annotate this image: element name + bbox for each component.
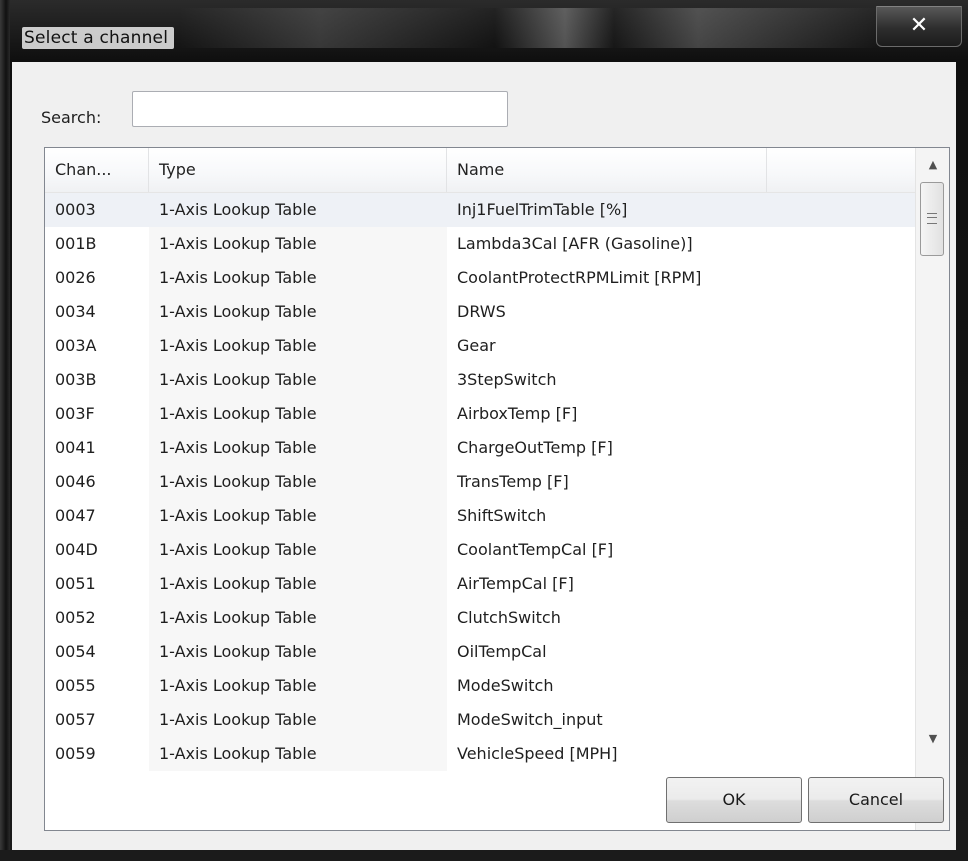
- cell-name: AirboxTemp [F]: [457, 404, 578, 423]
- cell-name: CoolantTempCal [F]: [457, 540, 614, 559]
- table-row[interactable]: 003A 1-Axis Lookup Table Gear: [45, 329, 915, 363]
- cell-type: 1-Axis Lookup Table: [149, 669, 447, 703]
- column-header-name[interactable]: Name: [447, 148, 767, 192]
- cell-channel: 0034: [55, 302, 96, 321]
- cell-type: 1-Axis Lookup Table: [149, 397, 447, 431]
- dialog-client-area: Search: Chan... Type Name 0003 1-Axis Loo…: [12, 62, 956, 850]
- titlebar-background: [180, 8, 880, 48]
- cell-type: 1-Axis Lookup Table: [149, 567, 447, 601]
- cell-name: Inj1FuelTrimTable [%]: [447, 193, 915, 227]
- cell-name: ClutchSwitch: [457, 608, 561, 627]
- grip-icon: [927, 213, 937, 224]
- table-row[interactable]: 0026 1-Axis Lookup Table CoolantProtectRPM…: [45, 261, 915, 295]
- window-title: Select a channel: [22, 27, 175, 49]
- scrollbar-thumb[interactable]: [920, 182, 944, 256]
- cell-name: CoolantProtectRPMLimit [RPM]: [457, 268, 702, 287]
- cell-channel: 003B: [55, 370, 97, 389]
- cell-type: 1-Axis Lookup Table: [149, 227, 447, 261]
- cell-channel: 0052: [55, 608, 96, 627]
- cell-name: DRWS: [457, 302, 506, 321]
- cell-type: 1-Axis Lookup Table: [149, 261, 447, 295]
- window-frame-bottom: [0, 850, 968, 861]
- cell-type: 1-Axis Lookup Table: [149, 499, 447, 533]
- cell-channel: 0051: [55, 574, 96, 593]
- cell-name: ModeSwitch: [457, 676, 554, 695]
- cell-channel: 003F: [55, 404, 95, 423]
- cell-type: 1-Axis Lookup Table: [149, 601, 447, 635]
- scroll-up-icon[interactable]: ▲: [916, 148, 949, 182]
- table-row[interactable]: 0047 1-Axis Lookup Table ShiftSwitch: [45, 499, 915, 533]
- vertical-scrollbar[interactable]: ▲ ▼: [915, 148, 949, 830]
- cell-channel: 0054: [55, 642, 96, 661]
- cell-type: 1-Axis Lookup Table: [149, 329, 447, 363]
- cell-name: TransTemp [F]: [457, 472, 569, 491]
- table-row[interactable]: 0057 1-Axis Lookup Table ModeSwitch_input: [45, 703, 915, 737]
- cell-name: OilTempCal: [457, 642, 547, 661]
- search-label: Search:: [41, 108, 102, 127]
- window-frame-left: [0, 0, 10, 861]
- cell-name: Lambda3Cal [AFR (Gasoline)]: [457, 234, 693, 253]
- search-input[interactable]: [132, 91, 508, 127]
- table-row[interactable]: 003F 1-Axis Lookup Table AirboxTemp [F]: [45, 397, 915, 431]
- table-row[interactable]: 001B 1-Axis Lookup Table Lambda3Cal [AFR (…: [45, 227, 915, 261]
- ok-button[interactable]: OK: [666, 777, 802, 823]
- cell-name: 3StepSwitch: [457, 370, 557, 389]
- cell-name: Gear: [457, 336, 496, 355]
- cell-type: 1-Axis Lookup Table: [149, 465, 447, 499]
- cell-name: ChargeOutTemp [F]: [457, 438, 613, 457]
- cell-type: 1-Axis Lookup Table: [149, 295, 447, 329]
- table-row[interactable]: 0059 1-Axis Lookup Table VehicleSpeed [MPH…: [45, 737, 915, 771]
- cell-type: 1-Axis Lookup Table: [149, 193, 447, 227]
- table-row[interactable]: 0041 1-Axis Lookup Table ChargeOutTemp [F]: [45, 431, 915, 465]
- column-header-channel[interactable]: Chan...: [45, 148, 149, 192]
- cell-name: VehicleSpeed [MPH]: [457, 744, 618, 763]
- cell-type: 1-Axis Lookup Table: [149, 431, 447, 465]
- cell-channel: 003A: [55, 336, 97, 355]
- table-row[interactable]: 0054 1-Axis Lookup Table OilTempCal: [45, 635, 915, 669]
- table-row[interactable]: 003B 1-Axis Lookup Table 3StepSwitch: [45, 363, 915, 397]
- cell-name: AirTempCal [F]: [457, 574, 574, 593]
- close-button[interactable]: ✕: [876, 6, 962, 47]
- cell-channel: 0047: [55, 506, 96, 525]
- column-header-type[interactable]: Type: [149, 148, 447, 192]
- dialog-window: Select a channel ✕ Search: Chan... Type …: [0, 0, 968, 861]
- table-row[interactable]: 0055 1-Axis Lookup Table ModeSwitch: [45, 669, 915, 703]
- cell-type: 1-Axis Lookup Table: [149, 363, 447, 397]
- table-row[interactable]: 0003 1-Axis Lookup Table Inj1FuelTrimTable…: [45, 193, 915, 227]
- cell-channel: 0041: [55, 438, 96, 457]
- list-header: Chan... Type Name: [45, 148, 915, 193]
- channel-list[interactable]: Chan... Type Name 0003 1-Axis Lookup Tabl…: [44, 147, 950, 831]
- list-rows: 0003 1-Axis Lookup Table Inj1FuelTrimTable…: [45, 193, 915, 830]
- cancel-button[interactable]: Cancel: [808, 777, 944, 823]
- cell-channel: 001B: [55, 234, 97, 253]
- cell-type: 1-Axis Lookup Table: [149, 703, 447, 737]
- cell-channel: 004D: [55, 540, 98, 559]
- cell-name: ModeSwitch_input: [457, 710, 603, 729]
- table-row[interactable]: 0046 1-Axis Lookup Table TransTemp [F]: [45, 465, 915, 499]
- cell-channel: 0057: [55, 710, 96, 729]
- scroll-down-icon[interactable]: ▼: [916, 722, 949, 756]
- cell-channel: 0003: [45, 193, 149, 227]
- table-row[interactable]: 0034 1-Axis Lookup Table DRWS: [45, 295, 915, 329]
- table-row[interactable]: 004D 1-Axis Lookup Table CoolantTempCal [F…: [45, 533, 915, 567]
- cell-channel: 0055: [55, 676, 96, 695]
- cell-type: 1-Axis Lookup Table: [149, 635, 447, 669]
- cell-type: 1-Axis Lookup Table: [149, 737, 447, 771]
- table-row[interactable]: 0051 1-Axis Lookup Table AirTempCal [F]: [45, 567, 915, 601]
- cell-channel: 0059: [55, 744, 96, 763]
- cell-channel: 0046: [55, 472, 96, 491]
- cell-name: ShiftSwitch: [457, 506, 547, 525]
- table-row[interactable]: 0052 1-Axis Lookup Table ClutchSwitch: [45, 601, 915, 635]
- cell-type: 1-Axis Lookup Table: [149, 533, 447, 567]
- cell-channel: 0026: [55, 268, 96, 287]
